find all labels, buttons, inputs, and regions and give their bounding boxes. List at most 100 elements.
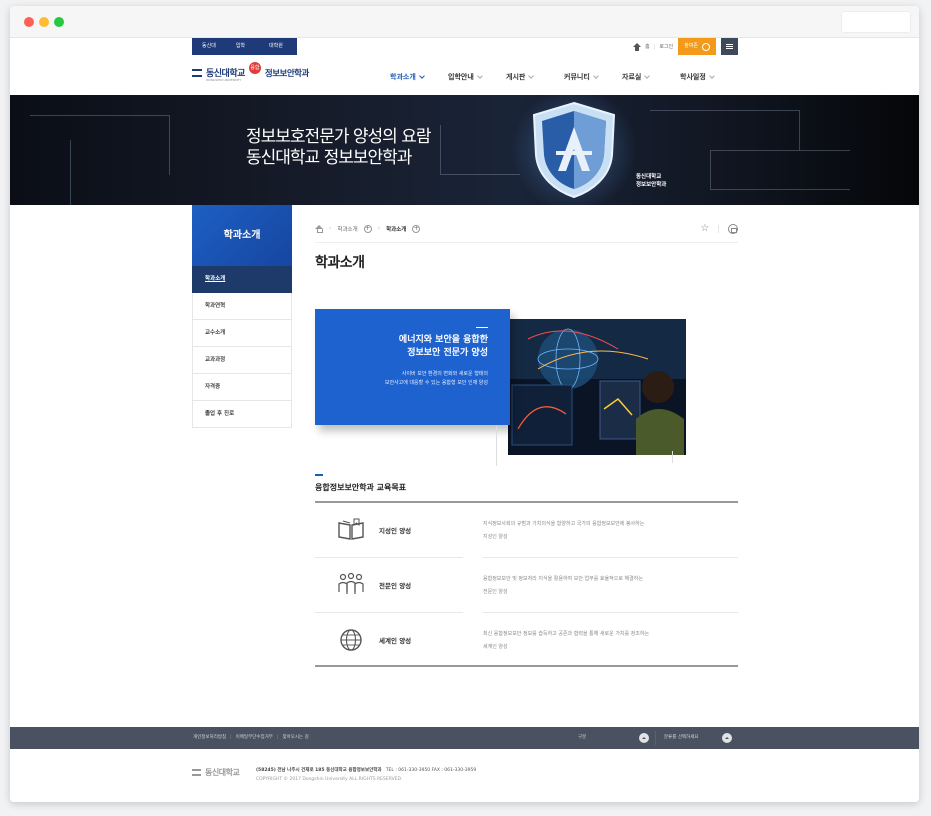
nav-item-resources[interactable]: 자료실 <box>622 72 680 82</box>
footer-link-email-refusal[interactable]: 이메일무단수집거부 <box>236 727 273 749</box>
breadcrumb-level1[interactable]: 학과소개 <box>337 225 357 233</box>
side-nav-item-curriculum[interactable]: 교과과정 <box>192 347 292 374</box>
goal-label: 전문인 양성 <box>379 582 412 590</box>
goals-bottom-border <box>315 665 738 667</box>
util-home-link[interactable]: 홈 <box>645 43 650 50</box>
banner-title: 정보보호전문가 양성의 요람 동신대학교 정보보안학과 <box>246 127 431 169</box>
site-logo[interactable]: 동신대학교 DONGSHIN UNIVERSITY 융합 정보보안학과 <box>192 61 309 82</box>
print-icon[interactable] <box>728 223 738 234</box>
util-link-dongshin[interactable]: 동신대 <box>192 38 226 55</box>
chevron-down-icon <box>708 72 715 79</box>
hero-banner: 정보보호전문가 양성의 요람 동신대학교 정보보안학과 동신대학교 정보보안학과 <box>10 95 919 205</box>
goal-desc-line: 세계인 양성 <box>483 644 508 650</box>
footer-links: 개인정보처리방침 | 이메일무단수집거부 | 찾아오시는 길 <box>193 727 309 749</box>
circuit-decoration <box>710 150 850 190</box>
nav-item-community[interactable]: 커뮤니티 <box>564 72 622 82</box>
page-title: 학과소개 <box>315 255 365 271</box>
intro-card: 에너지와 보안을 융합한 정보보안 전문가 양성 사이버 보안 환경의 변화와 … <box>315 309 510 425</box>
breadcrumb-separator: › <box>329 225 332 232</box>
footer-copyright: COPYRIGHT © 2017 Dongshin University ALL… <box>256 777 403 782</box>
hamburger-menu-button[interactable] <box>721 38 738 55</box>
side-nav-item-history[interactable]: 학과연혁 <box>192 293 292 320</box>
minimize-window-icon[interactable] <box>39 17 49 27</box>
util-login-link[interactable]: 로그인 <box>659 43 673 50</box>
goals-header: 융합정보보안학과 교육목표 <box>315 474 738 503</box>
gear-icon <box>702 42 710 51</box>
maximize-window-icon[interactable] <box>54 17 64 27</box>
side-nav-item-certificates[interactable]: 자격증 <box>192 374 292 401</box>
intro-desc-line1: 사이버 보안 환경의 변화와 새로운 형태의 <box>401 371 488 377</box>
footer-link-separator: | <box>230 735 232 740</box>
page-tools: ☆ | <box>700 223 738 234</box>
tool-separator: | <box>717 224 720 233</box>
goal-row: 세계인 양성 최신 융합정보보안 정보를 습득하고 공존과 협력을 통해 새로운… <box>315 613 738 668</box>
util-link-graduate[interactable]: 대학원 <box>255 38 297 55</box>
footer-link-separator: | <box>276 735 279 740</box>
home-icon[interactable] <box>315 224 323 233</box>
nav-item-about[interactable]: 학과소개 <box>390 72 448 82</box>
goal-left: 세계인 양성 <box>315 613 463 668</box>
footer-link-directions[interactable]: 찾아오시는 길 <box>282 727 308 749</box>
side-nav-item-about[interactable]: 학과소개 <box>192 266 292 293</box>
intro-dash <box>476 327 488 328</box>
browser-toolbar-area <box>841 11 911 33</box>
goal-desc-line: 융합정보보안 및 정보처리 지식을 활용하여 보안 업무를 효율적으로 해결하는 <box>483 576 643 582</box>
footer-logo-icon <box>192 769 201 776</box>
expand-plus-icon[interactable]: + <box>412 224 421 233</box>
goal-desc-line: 최신 융합정보보안 정보를 습득하고 공존과 협력을 통해 새로운 가치를 창조… <box>483 631 650 637</box>
intro-heading-line1: 에너지와 보안을 융합한 <box>398 335 488 345</box>
nav-item-schedule[interactable]: 학사일정 <box>680 72 738 82</box>
footer-select-classification[interactable]: 분류를 선택하세요 <box>662 731 738 745</box>
circuit-decoration <box>650 110 800 150</box>
side-nav-item-faculty[interactable]: 교수소개 <box>192 320 292 347</box>
nav-label: 자료실 <box>622 73 642 81</box>
goal-desc-line: 지식정보사회의 규범과 가치의식을 함양하고 국가의 융합정보보안에 봉사하는 <box>483 521 645 527</box>
goal-left: 전문인 양성 <box>315 558 463 613</box>
nav-item-board[interactable]: 게시판 <box>506 72 564 82</box>
nav-label: 학과소개 <box>390 73 416 81</box>
chevron-down-icon <box>592 72 599 79</box>
expand-plus-icon[interactable]: + <box>363 224 372 233</box>
breadcrumb-level2[interactable]: 학과소개 <box>386 225 406 233</box>
main-navigation: 학과소개 입학안내 게시판 커뮤니티 자료실 학사일정 <box>390 72 738 82</box>
goal-left: 지성인 양성 <box>315 503 463 558</box>
goal-label: 세계인 양성 <box>379 637 412 645</box>
footer-address: (58245) 전남 나주시 건재로 185 동신대학교 융합정보보안학과 TE… <box>256 766 476 784</box>
nav-item-admission[interactable]: 입학안내 <box>448 72 506 82</box>
goal-label: 지성인 양성 <box>379 527 412 535</box>
footer-select-category[interactable]: 구분 <box>576 731 656 745</box>
site-header: 동신대학교 DONGSHIN UNIVERSITY 융합 정보보안학과 학과소개… <box>10 58 919 96</box>
security-operator-photo <box>508 319 686 455</box>
footer-address-text: (58245) 전남 나주시 건재로 185 동신대학교 융합정보보안학과 <box>256 768 382 773</box>
breadcrumb-separator: › <box>377 225 381 232</box>
chevron-up-icon <box>722 733 732 743</box>
nav-label: 학사일정 <box>680 73 706 81</box>
util-link-admission[interactable]: 입학 <box>225 38 256 55</box>
select-label: 구분 <box>578 735 587 740</box>
banner-caption: 동신대학교 정보보안학과 <box>636 173 666 189</box>
browser-window: 동신대 입학 대학원 홈 | 로그인 참여존 동신대학교 DONGSHIN UN… <box>10 6 919 802</box>
goal-desc-line: 지성인 양성 <box>483 534 508 540</box>
star-icon[interactable]: ☆ <box>700 223 709 234</box>
goal-row: 지성인 양성 지식정보사회의 규범과 가치의식을 함양하고 국가의 융합정보보안… <box>315 503 738 558</box>
utility-bar: 동신대 입학 대학원 홈 | 로그인 참여존 <box>10 38 919 58</box>
shield-icon <box>532 101 616 199</box>
globe-icon <box>340 629 362 651</box>
participation-button[interactable]: 참여존 <box>678 38 716 55</box>
family-site-links: 동신대 입학 대학원 <box>192 38 297 55</box>
utility-right: 홈 | 로그인 참여존 <box>633 38 738 55</box>
footer-link-privacy[interactable]: 개인정보처리방침 <box>193 727 226 749</box>
footer-logo: 동신대학교 <box>192 767 240 778</box>
side-nav-item-career[interactable]: 졸업 후 진로 <box>192 401 292 428</box>
logo-department-name: 정보보안학과 <box>264 68 309 79</box>
close-window-icon[interactable] <box>24 17 34 27</box>
university-logo-icon <box>192 68 202 77</box>
intro-description: 사이버 보안 환경의 변화와 새로운 형태의 보안사고에 대응할 수 있는 융합… <box>325 370 488 388</box>
footer-bar: 개인정보처리방침 | 이메일무단수집거부 | 찾아오시는 길 구분 분류를 선택… <box>10 727 919 749</box>
section-tick <box>315 474 323 476</box>
goal-description: 지식정보사회의 규범과 가치의식을 함양하고 국가의 융합정보보안에 봉사하는 … <box>483 518 733 544</box>
chevron-down-icon <box>644 72 651 79</box>
select-label: 분류를 선택하세요 <box>664 735 699 740</box>
footer-logo-name: 동신대학교 <box>205 768 240 777</box>
logo-badge: 융합 <box>248 61 261 74</box>
